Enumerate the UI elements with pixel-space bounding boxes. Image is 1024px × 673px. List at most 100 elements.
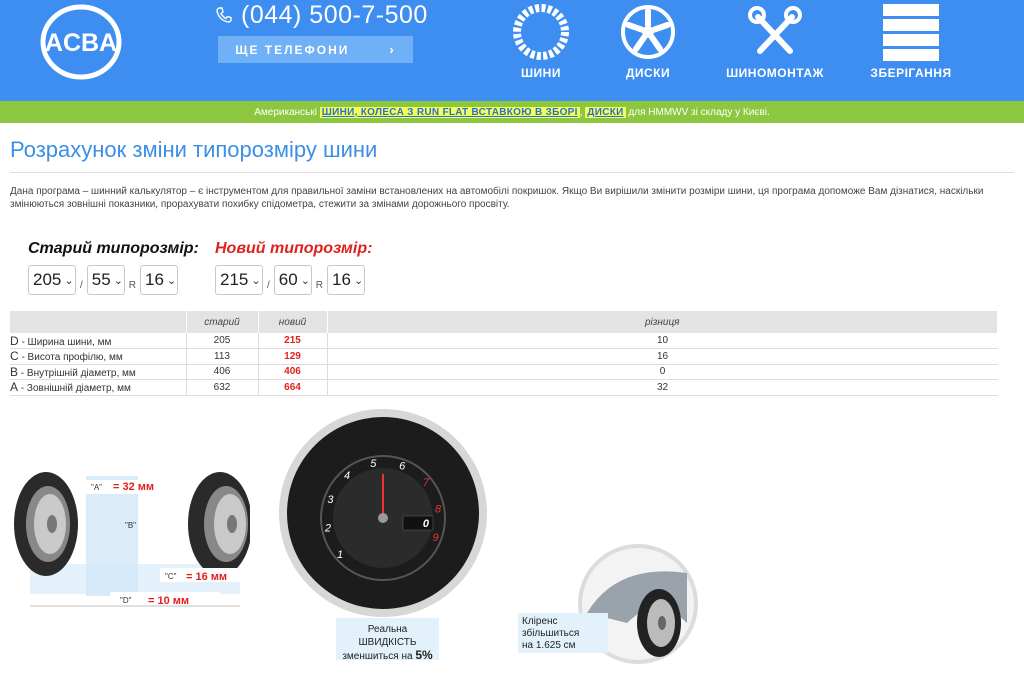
speed-caption: Реальна ШВИДКІСТЬ зменшиться на 5% <box>336 618 439 662</box>
row-old: 113 <box>186 348 259 365</box>
old-profile-select[interactable]: 55 ⌄ <box>86 265 125 295</box>
gauge-digit: 3 <box>327 494 334 506</box>
promo-comma: , <box>579 106 583 118</box>
new-profile-select[interactable]: 60 ⌄ <box>273 265 312 295</box>
chevron-down-icon: ⌄ <box>64 274 74 287</box>
tire-dimension-diagram: "A" = 32 мм "B" "C" = 16 мм "D" = 10 мм <box>14 472 250 607</box>
new-diameter-value: 16 <box>332 270 351 289</box>
site-header: ACBA (044) 500-7-500 ЩЕ ТЕЛЕФОНИ › ШИНИ <box>0 0 1024 101</box>
gauge-digit: 1 <box>337 549 343 561</box>
gauge-digit: 6 <box>399 460 406 472</box>
speed-caption-line2: зменшиться на <box>342 651 413 662</box>
row-new: 664 <box>258 379 328 396</box>
new-size-title: Новий типорозмір: <box>215 240 373 257</box>
more-phones-label: ЩЕ ТЕЛЕФОНИ <box>235 42 350 57</box>
table-row: C - Висота профілю, мм 113 129 16 <box>10 348 998 365</box>
value-a: = 32 мм <box>113 481 154 493</box>
page-description: Дана програма – шинний калькулятор – є і… <box>10 186 984 210</box>
speed-caption-line1: Реальна ШВИДКІСТЬ <box>358 624 417 648</box>
nav-storage[interactable]: ЗБЕРІГАННЯ <box>870 0 951 80</box>
row-label: - Зовнішній діаметр, мм <box>18 383 131 395</box>
nav-storage-label: ЗБЕРІГАННЯ <box>870 66 952 80</box>
old-diameter-value: 16 <box>145 270 164 289</box>
row-old: 406 <box>186 364 259 380</box>
nav-tires-label: ШИНИ <box>521 66 561 80</box>
table-header-old: старий <box>186 311 259 333</box>
phone-block[interactable]: (044) 500-7-500 <box>215 0 428 30</box>
chevron-down-icon: ⌄ <box>300 274 310 287</box>
new-width-value: 215 <box>220 270 249 289</box>
gauge-digit: 7 <box>423 477 430 489</box>
table-row: D - Ширина шини, мм 205 215 10 <box>10 333 998 349</box>
chevron-down-icon: ⌄ <box>113 274 123 287</box>
label-d: "D" <box>120 596 132 605</box>
promo-prefix: Американські <box>254 106 317 118</box>
table-header-label <box>10 311 187 333</box>
phone-icon <box>216 7 232 23</box>
row-old: 632 <box>186 379 259 396</box>
label-a: "A" <box>91 483 102 492</box>
gauge-digit: 5 <box>370 458 377 470</box>
old-width-select[interactable]: 205 ⌄ <box>28 265 76 295</box>
chevron-down-icon: ⌄ <box>251 274 261 287</box>
row-letter: B <box>10 364 19 379</box>
promo-link-tires[interactable]: ШИНИ, КОЛЕСА З RUN FLAT ВСТАВКОЮ В ЗБОРІ <box>319 106 580 118</box>
nav-tire-service[interactable]: ШИНОМОНТАЖ <box>726 0 823 80</box>
row-diff: 10 <box>327 333 998 349</box>
row-label: - Ширина шини, мм <box>18 336 112 348</box>
speedometer-image: 1 2 34 5 6 7 8 9 0 <box>279 409 487 617</box>
row-diff: 32 <box>327 379 998 396</box>
row-letter: D <box>10 333 19 348</box>
table-header-diff: різниця <box>327 311 998 333</box>
title-divider <box>10 172 1014 173</box>
old-size-block: Старий типорозмір: 205 ⌄ / 55 ⌄ R 16 ⌄ <box>28 240 199 295</box>
table-row: B - Внутрішній діаметр, мм 406 406 0 <box>10 364 998 380</box>
new-r: R <box>315 280 324 291</box>
old-width-value: 205 <box>33 270 62 289</box>
gauge-digit: 8 <box>435 503 442 515</box>
row-label: - Висота профілю, мм <box>18 352 123 364</box>
new-slash: / <box>267 280 270 291</box>
nav-tires[interactable]: ШИНИ <box>512 0 570 80</box>
old-profile-value: 55 <box>91 270 111 289</box>
new-width-select[interactable]: 215 ⌄ <box>215 265 263 295</box>
chevron-right-icon: › <box>389 42 396 57</box>
comparison-table: старий новий різниця D - Ширина шини, мм… <box>10 311 998 396</box>
clearance-caption-line1: Кліренс <box>522 616 558 627</box>
gauge-digit: 9 <box>433 532 439 544</box>
chevron-down-icon: ⌄ <box>353 274 364 287</box>
tools-icon <box>748 6 802 54</box>
new-size-block: Новий типорозмір: 215 ⌄ / 60 ⌄ R 16 ⌄ <box>215 240 372 295</box>
nav-rims[interactable]: ДИСКИ <box>619 0 677 80</box>
row-old: 205 <box>186 333 259 349</box>
value-c: = 16 мм <box>186 571 227 583</box>
table-header-new: новий <box>258 311 328 333</box>
right-tire-image <box>188 472 250 576</box>
row-new: 129 <box>258 348 328 365</box>
clearance-caption: Кліренс збільшиться на 1.625 см <box>518 613 608 653</box>
row-letter: A <box>10 380 19 395</box>
new-diameter-select[interactable]: 16 ⌄ <box>327 265 366 295</box>
clearance-caption-line2: збільшиться <box>522 628 580 639</box>
promo-link-rims[interactable]: ДИСКИ <box>585 106 626 118</box>
speed-caption-value: 5% <box>415 648 433 662</box>
more-phones-button[interactable]: ЩЕ ТЕЛЕФОНИ › <box>218 36 413 63</box>
new-profile-value: 60 <box>278 270 298 289</box>
old-r: R <box>128 280 137 291</box>
phone-number[interactable]: (044) 500-7-500 <box>241 1 428 30</box>
row-new: 406 <box>258 364 328 380</box>
left-tire-image <box>14 472 78 576</box>
page-title: Розрахунок зміни типорозміру шини <box>10 137 378 162</box>
old-slash: / <box>80 280 83 291</box>
speed-display: 0 <box>423 518 430 530</box>
old-diameter-select[interactable]: 16 ⌄ <box>140 265 179 295</box>
wheel-rim-icon <box>621 5 675 59</box>
row-diff: 16 <box>327 348 998 365</box>
logo[interactable]: ACBA <box>40 4 122 80</box>
promo-bar: Американські ШИНИ, КОЛЕСА З RUN FLAT ВСТ… <box>0 101 1024 123</box>
table-header-row: старий новий різниця <box>10 311 998 333</box>
row-diff: 0 <box>327 364 998 380</box>
value-d: = 10 мм <box>148 595 189 607</box>
nav-rims-label: ДИСКИ <box>625 66 671 80</box>
label-b: "B" <box>125 521 136 530</box>
